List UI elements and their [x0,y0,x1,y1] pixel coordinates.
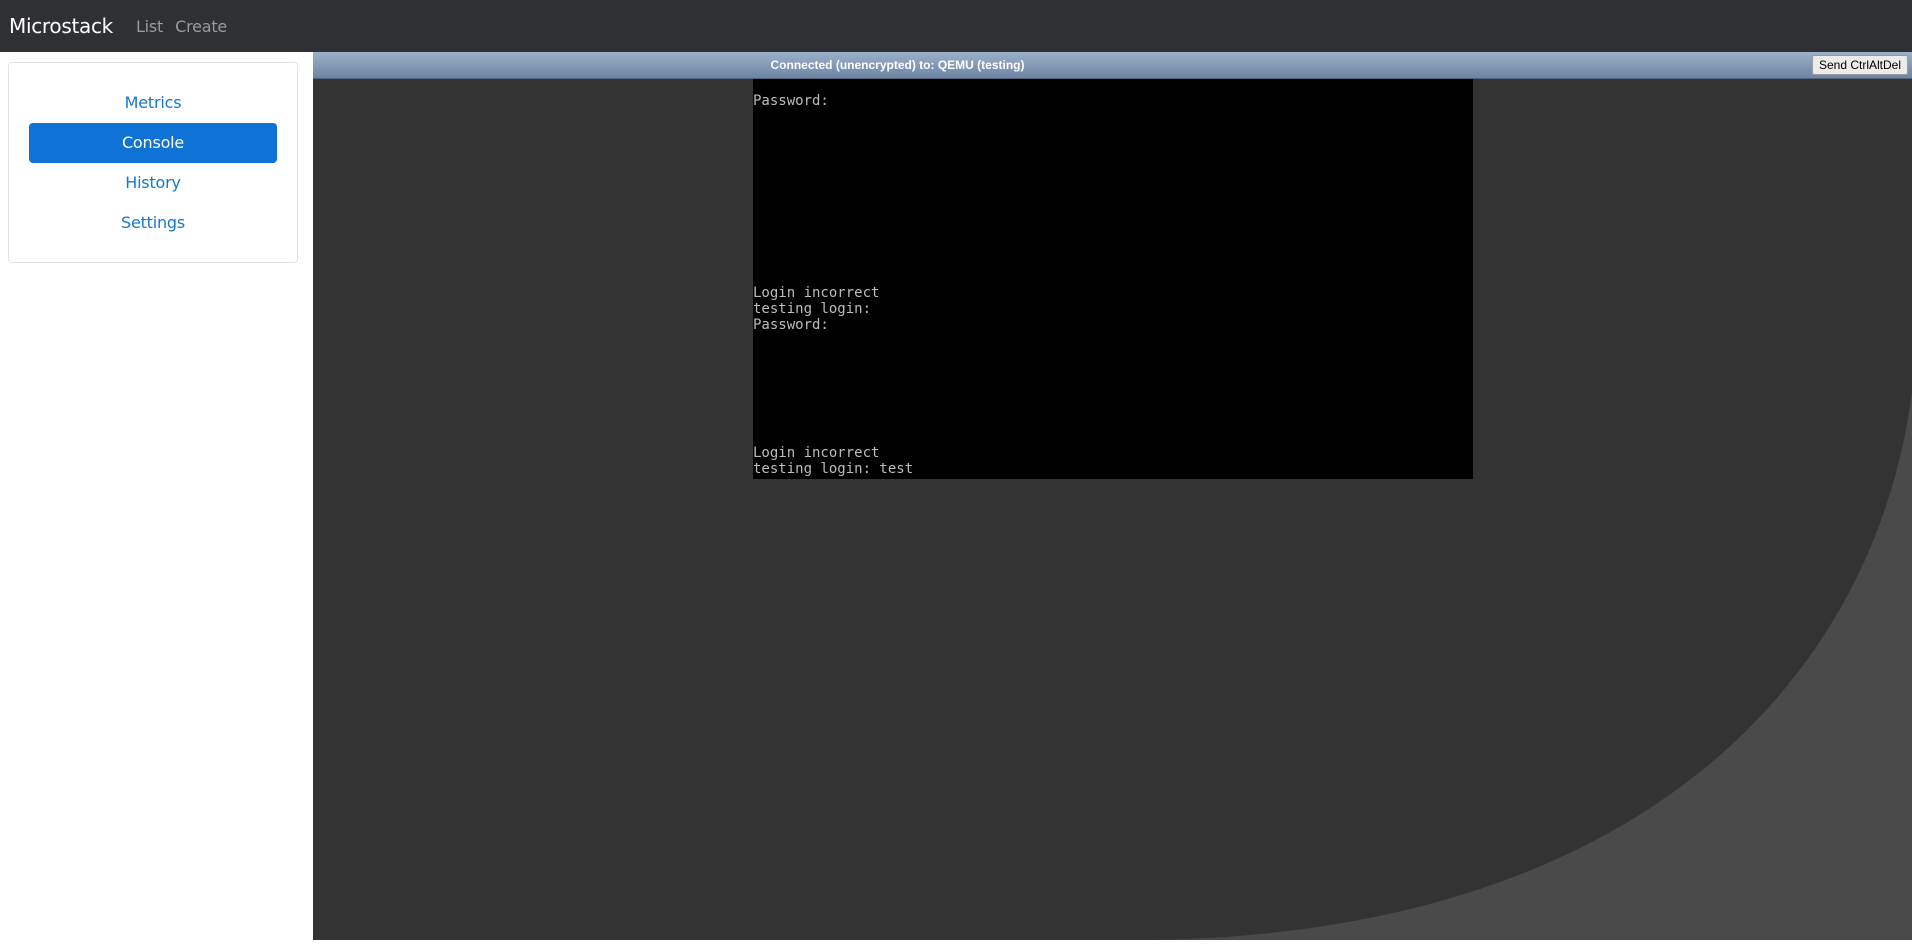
vnc-status-bar: Connected (unencrypted) to: QEMU (testin… [313,52,1912,79]
sidebar-item-metrics[interactable]: Metrics [29,83,277,123]
terminal-line: testing login: [753,301,872,317]
connection-status: Connected (unencrypted) to: QEMU (testin… [770,58,1025,72]
vnc-screen[interactable]: Password: Login incorrect testing login:… [753,79,1473,479]
send-ctrl-alt-del-button[interactable]: Send CtrlAltDel [1811,55,1908,75]
terminal-line: Login incorrect [753,445,880,461]
terminal-line: Login incorrect [753,285,880,301]
sidebar-item-history[interactable]: History [29,163,277,203]
top-navbar: Microstack List Create [0,0,1912,52]
terminal-line: testing login: test [753,461,914,477]
vnc-console-panel[interactable]: Connected (unencrypted) to: QEMU (testin… [313,52,1912,940]
sidebar-item-console[interactable]: Console [29,123,277,163]
sidebar-menu: Metrics Console History Settings [8,62,298,263]
terminal-line: Password: [753,317,829,333]
nav-link-list[interactable]: List [136,17,163,36]
nav-link-create[interactable]: Create [175,17,227,36]
terminal-line: Password: [753,93,829,109]
sidebar-item-settings[interactable]: Settings [29,203,277,243]
brand-logo[interactable]: Microstack [9,14,113,38]
